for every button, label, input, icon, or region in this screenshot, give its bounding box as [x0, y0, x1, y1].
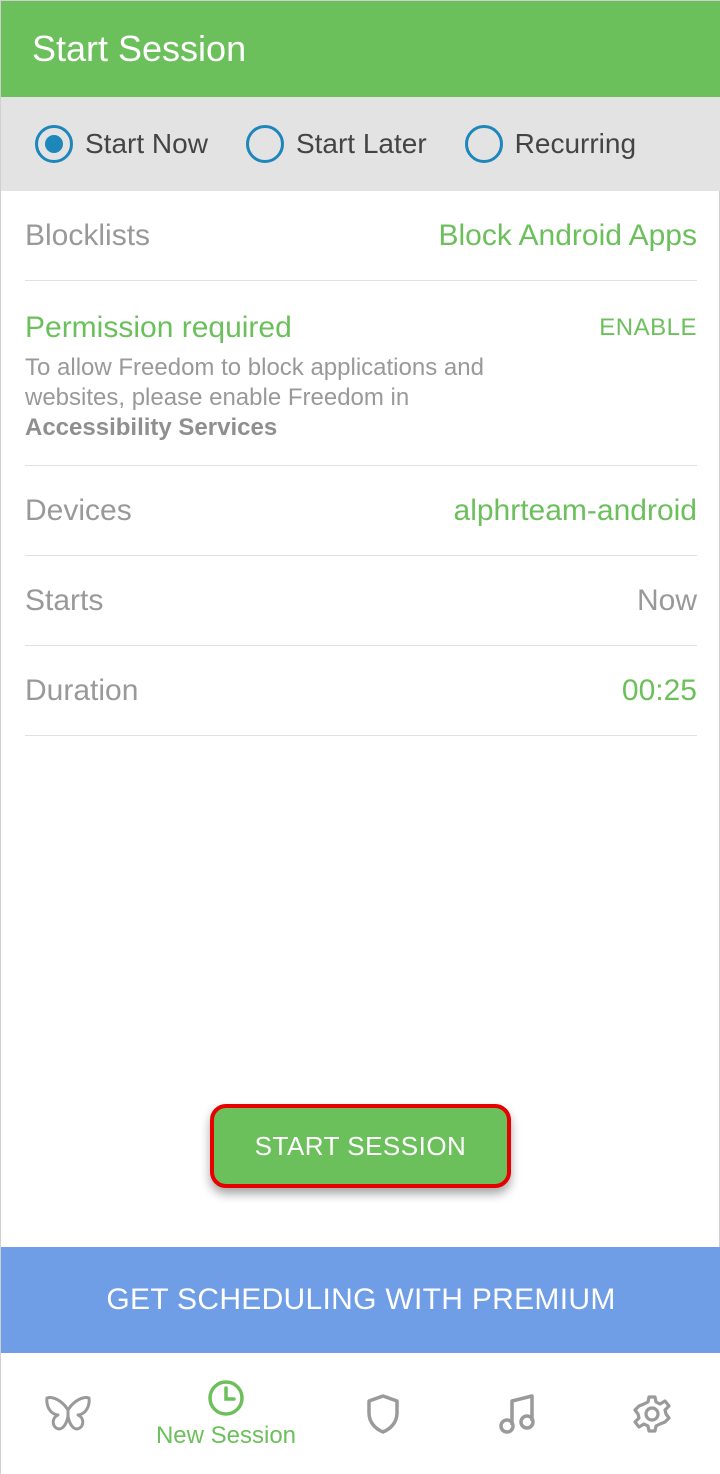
session-mode-selector: Start Now Start Later Recurring [1, 97, 720, 191]
blocklists-label: Blocklists [25, 218, 151, 252]
nav-item-settings[interactable] [615, 1353, 689, 1474]
shield-icon [367, 1394, 399, 1434]
radio-label: Recurring [514, 128, 637, 159]
permission-description-text: To allow Freedom to block applications a… [25, 354, 484, 411]
radio-recurring[interactable]: Recurring [464, 125, 637, 163]
radio-label: Start Later [295, 128, 427, 159]
starts-value: Now [636, 583, 697, 617]
nav-item-blocklists[interactable] [346, 1353, 420, 1474]
start-session-label: START SESSION [254, 1130, 467, 1161]
radio-label: Start Now [85, 128, 208, 159]
permission-title: Permission required [25, 311, 292, 344]
starts-row[interactable]: Starts Now [25, 556, 697, 646]
duration-value: 00:25 [621, 673, 697, 707]
accessibility-services-text: Accessibility Services [25, 414, 278, 441]
devices-label: Devices [25, 493, 132, 527]
radio-unchecked-icon [245, 125, 284, 163]
permission-notice: Permission required ENABLE To allow Free… [25, 281, 697, 466]
clock-icon [208, 1380, 244, 1416]
starts-label: Starts [25, 583, 104, 617]
permission-description: To allow Freedom to block applications a… [25, 353, 525, 443]
nav-item-focus-sounds[interactable] [481, 1353, 555, 1474]
duration-row[interactable]: Duration 00:25 [25, 646, 697, 736]
blocklists-value: Block Android Apps [438, 218, 697, 252]
bottom-nav: New Session [1, 1353, 720, 1474]
duration-label: Duration [25, 673, 139, 707]
premium-banner[interactable]: GET SCHEDULING WITH PREMIUM [1, 1247, 720, 1353]
radio-checked-icon [35, 125, 73, 163]
blocklists-row[interactable]: Blocklists Block Android Apps [25, 191, 697, 281]
radio-unchecked-icon [464, 125, 503, 163]
radio-start-now[interactable]: Start Now [35, 125, 208, 163]
butterfly-icon [45, 1396, 91, 1431]
app-bar: Start Session [1, 1, 720, 97]
nav-label-new-session: New Session [155, 1422, 297, 1449]
music-note-icon [499, 1394, 535, 1434]
enable-button[interactable]: ENABLE [599, 314, 697, 342]
page-title: Start Session [32, 28, 247, 69]
nav-item-new-session[interactable]: New Session [141, 1353, 311, 1474]
devices-value: alphrteam-android [453, 493, 697, 527]
premium-banner-label: GET SCHEDULING WITH PREMIUM [106, 1283, 616, 1316]
start-session-button[interactable]: START SESSION [210, 1104, 511, 1188]
radio-start-later[interactable]: Start Later [245, 125, 427, 163]
devices-row[interactable]: Devices alphrteam-android [25, 466, 697, 556]
nav-item-freedom[interactable] [31, 1353, 105, 1474]
gear-icon [633, 1395, 671, 1433]
